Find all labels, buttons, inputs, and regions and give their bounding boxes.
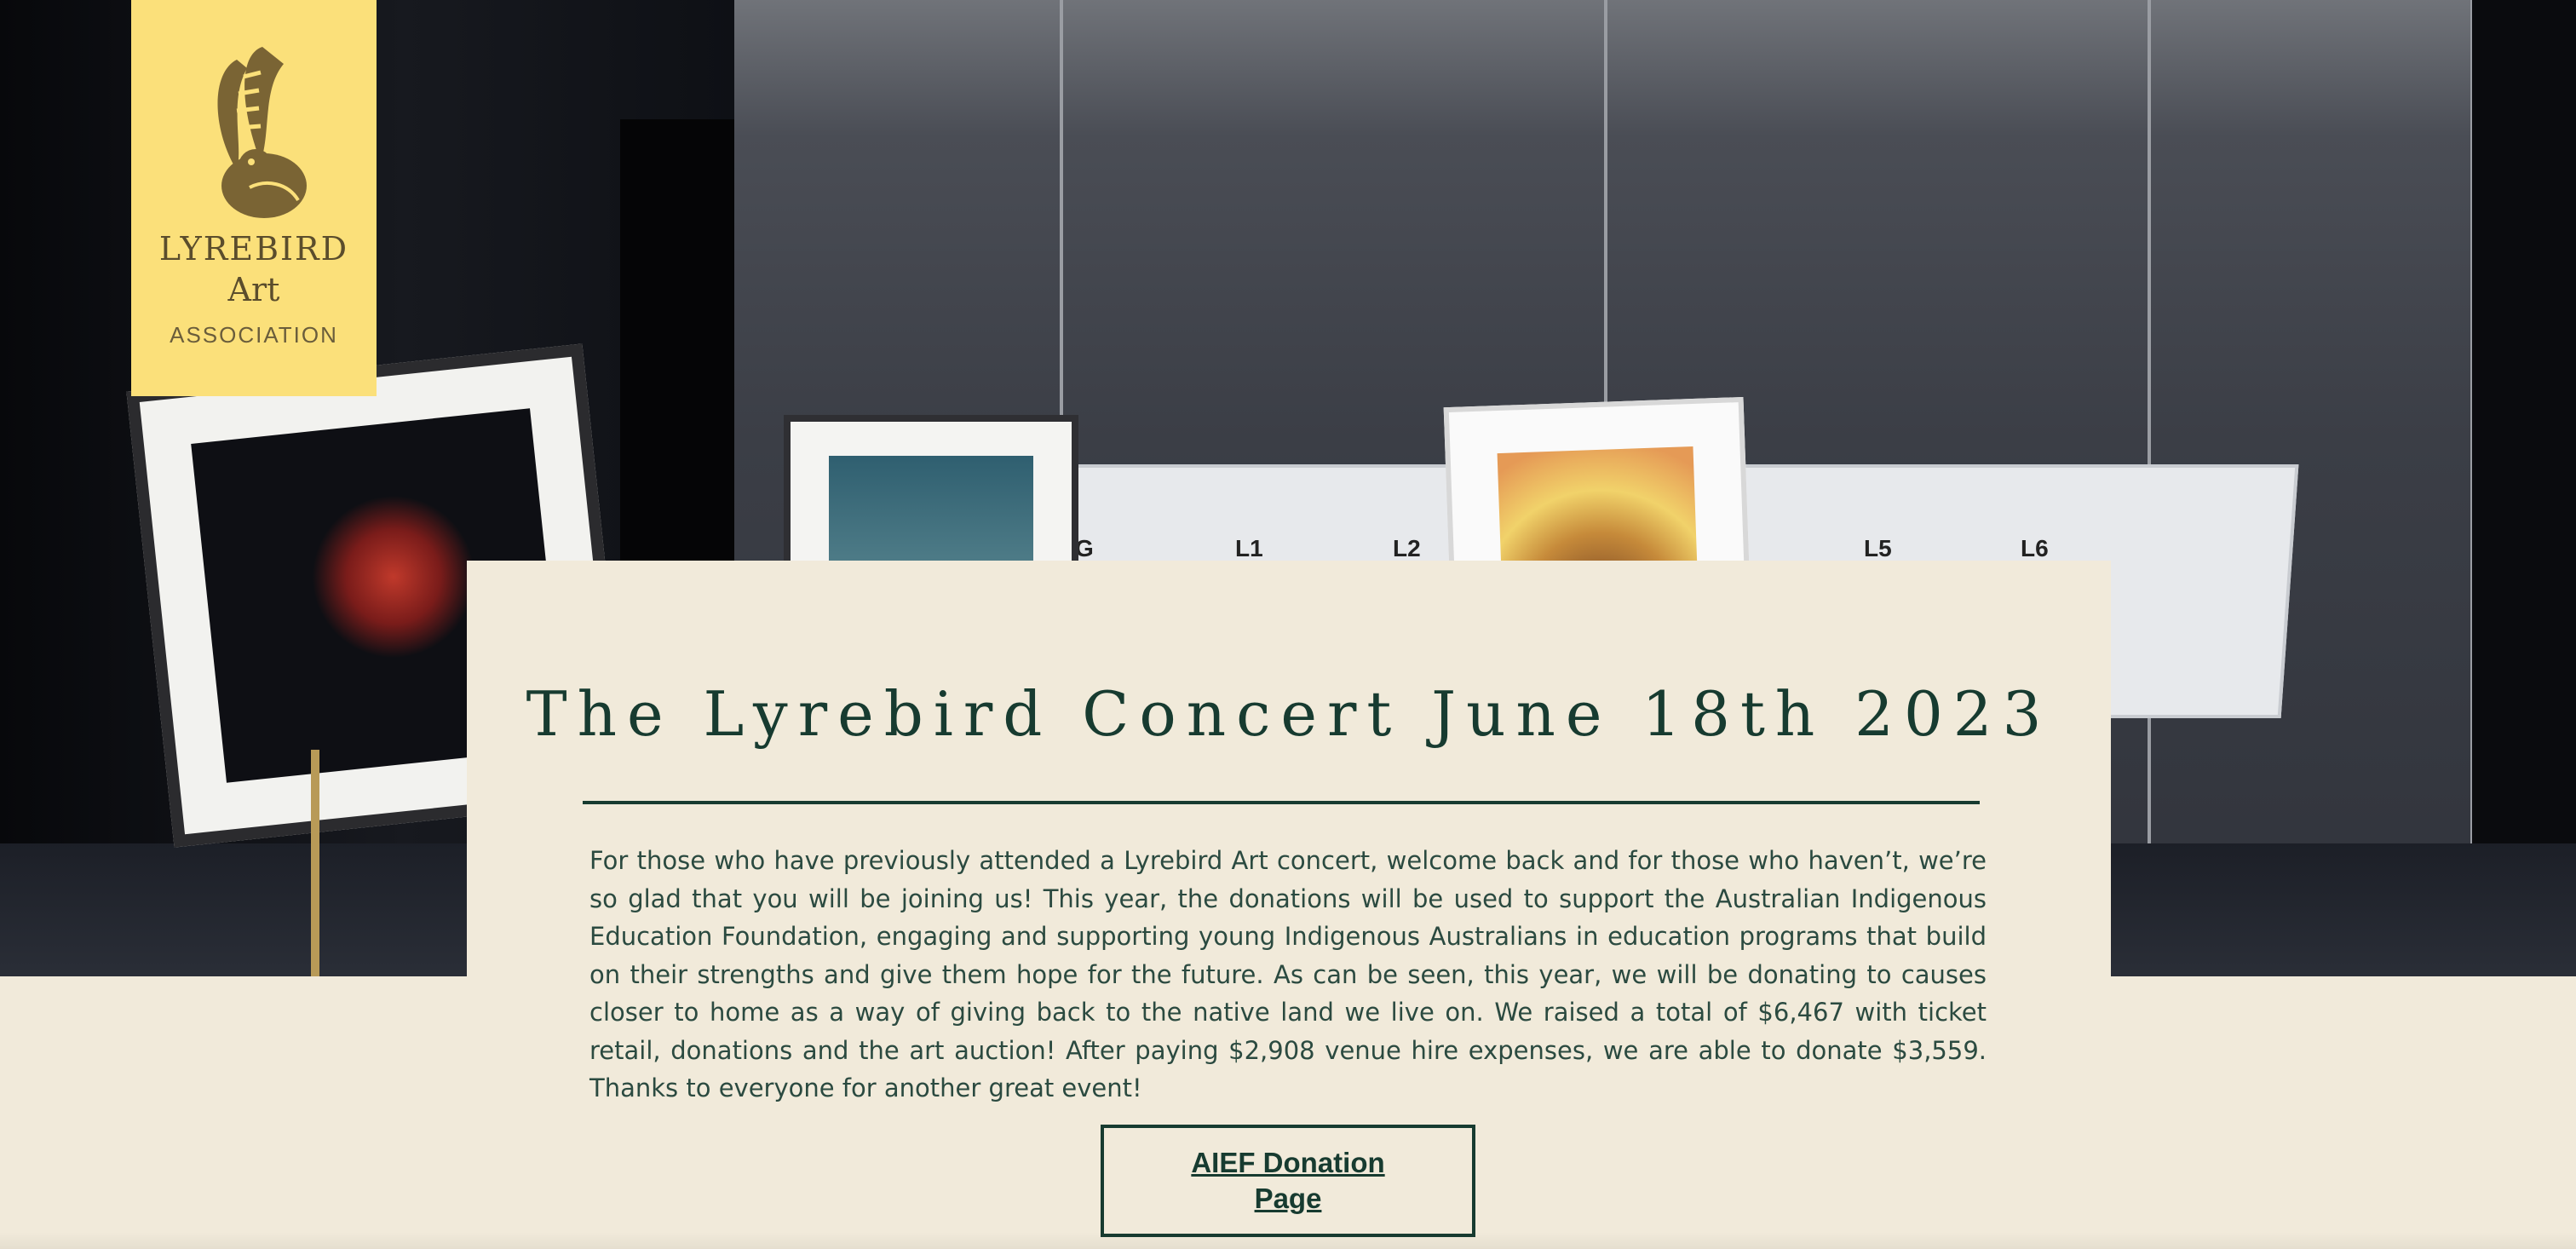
easel-leg — [311, 750, 319, 976]
bottom-shadow — [0, 1232, 2576, 1249]
sign-label-l5: L5 — [1864, 535, 1892, 561]
content-card: The Lyrebird Concert June 18th 2023 For … — [467, 561, 2111, 1249]
logo-text-association: ASSOCIATION — [170, 322, 338, 348]
logo-text-art: Art — [227, 271, 280, 308]
title-divider — [583, 801, 1980, 804]
sign-label-l6: L6 — [2021, 535, 2049, 561]
page-title: The Lyrebird Concert June 18th 2023 — [526, 678, 2052, 750]
site-logo[interactable]: LYREBIRD Art ASSOCIATION — [131, 0, 377, 396]
logo-text-lyrebird: LYREBIRD — [158, 230, 349, 268]
sign-label-l2: L2 — [1393, 535, 1421, 561]
hero-right-wall — [2472, 0, 2576, 976]
lyrebird-icon — [217, 47, 307, 218]
room-sign-left — [1061, 464, 1502, 565]
concert-description: For those who have previously attended a… — [589, 846, 1987, 1102]
aief-donation-button[interactable]: AIEF Donation Page — [1101, 1125, 1475, 1237]
hero-doorway — [620, 119, 734, 562]
sign-label-l1: L1 — [1235, 535, 1263, 561]
aief-donation-button-label: AIEF Donation Page — [1191, 1147, 1385, 1214]
